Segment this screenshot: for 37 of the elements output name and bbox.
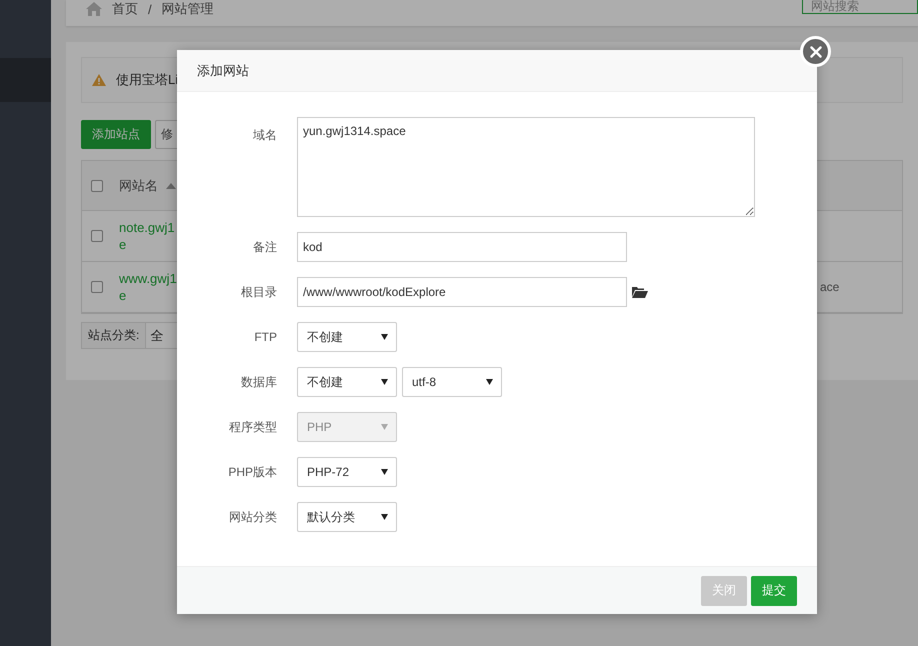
- table-cell: ace: [820, 280, 840, 294]
- field-label: FTP: [253, 330, 277, 344]
- checkbox[interactable]: [91, 281, 103, 293]
- close-icon: [810, 46, 822, 58]
- dialog-title: 添加网站: [197, 62, 249, 80]
- path-field[interactable]: /www/wwwroot/kodExplore: [297, 277, 627, 307]
- dropdown-select[interactable]: 不创建: [297, 367, 397, 397]
- field-label: 备注: [252, 238, 277, 256]
- field-label: PHP版本: [227, 464, 277, 480]
- field-label: 数据库: [240, 374, 277, 390]
- field-label: 网站分类: [228, 508, 277, 526]
- breadcrumb-separator: /: [148, 2, 152, 16]
- dropdown-select[interactable]: utf-8: [402, 367, 502, 397]
- caret-icon: [381, 334, 388, 340]
- domain-field[interactable]: yun.gwj1314.space: [297, 117, 755, 217]
- breadcrumb-current: 网站管理: [162, 0, 214, 18]
- dropdown-select[interactable]: 默认分类: [297, 502, 397, 532]
- folder-icon[interactable]: [632, 286, 648, 298]
- home-icon[interactable]: [86, 2, 102, 16]
- close-button[interactable]: [800, 36, 831, 67]
- sort-icon: [166, 182, 176, 188]
- dropdown-select[interactable]: 不创建: [297, 322, 397, 352]
- checkbox[interactable]: [91, 230, 103, 242]
- toolbar-button[interactable]: 修: [155, 120, 179, 149]
- note-field[interactable]: kod: [297, 232, 627, 262]
- field-label: 根目录: [240, 284, 277, 300]
- checkbox[interactable]: [91, 180, 103, 192]
- caret-icon: [381, 514, 388, 520]
- dropdown-select[interactable]: PHP-72: [297, 457, 397, 487]
- field-label: 程序类型: [228, 418, 277, 436]
- field-label: 域名: [252, 127, 277, 144]
- category-label: 站点分类:: [81, 322, 146, 349]
- caret-icon: [381, 469, 388, 475]
- warning-icon: [92, 74, 106, 86]
- column-header[interactable]: 网站名: [119, 176, 176, 194]
- caret-icon: [381, 424, 388, 430]
- breadcrumb-link[interactable]: 首页: [112, 0, 138, 18]
